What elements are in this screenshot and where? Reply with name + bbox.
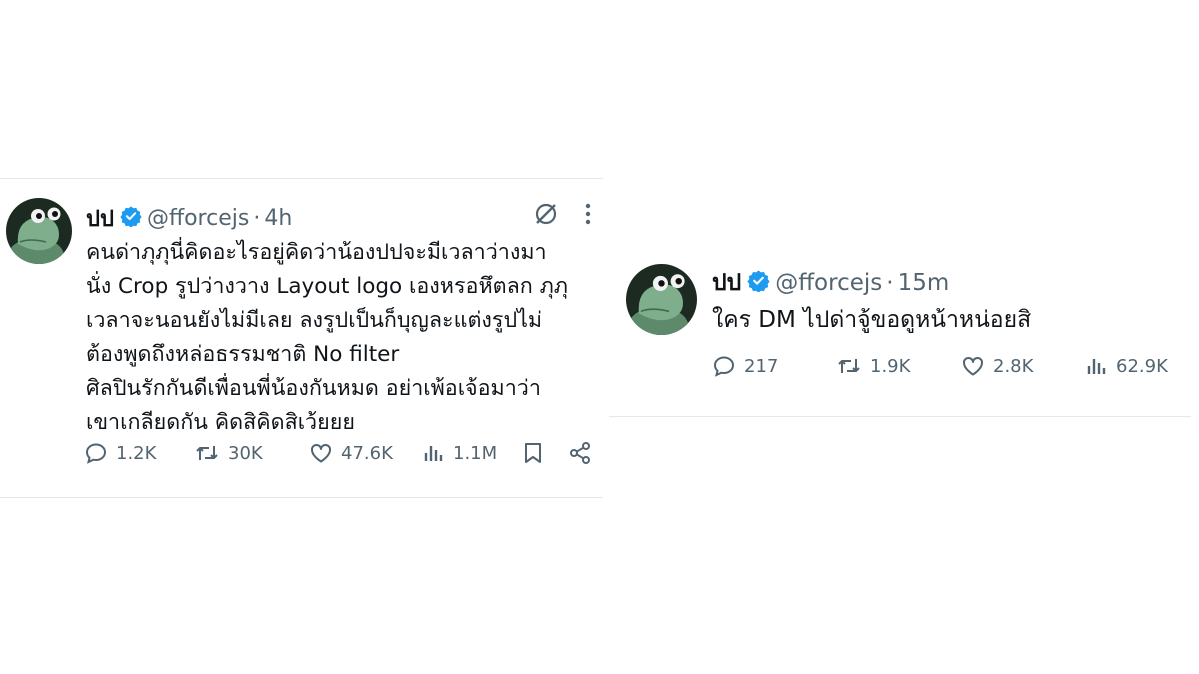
repost-count: 1.9K xyxy=(870,355,911,377)
tweet-text-line: ต้องพูดถึงหล่อธรรมชาติ No filter xyxy=(86,342,400,367)
tweet-text-line: ใคร DM ไปด่าจู้ขอดูหน้าหน่อยสิ xyxy=(712,307,1032,333)
repost-count: 30K xyxy=(228,442,263,464)
reply-count: 217 xyxy=(744,355,779,377)
views-count: 1.1M xyxy=(453,442,498,464)
views-icon xyxy=(1087,359,1106,374)
reply-icon xyxy=(85,443,107,464)
tweet-text-line: นั่ง Crop รูปว่างวาง Layout logo เองหรอห… xyxy=(86,274,568,299)
grok-icon[interactable] xyxy=(533,201,559,231)
like-count: 2.8K xyxy=(993,355,1034,377)
tweet-text-line: คนด่าภุภุนี่คิดอะไรอยู่คิดว่าน้องปปจะมีเ… xyxy=(86,240,547,265)
like-icon xyxy=(311,443,331,463)
views-icon xyxy=(424,446,443,461)
avatar[interactable] xyxy=(626,264,697,335)
bookmark-button[interactable] xyxy=(522,441,552,465)
tweet-text: คนด่าภุภุนี่คิดอะไรอยู่คิดว่าน้องปปจะมีเ… xyxy=(86,236,596,440)
repost-button[interactable]: 30K xyxy=(194,441,263,465)
timestamp[interactable]: 15m xyxy=(898,270,950,296)
display-name[interactable]: ปป xyxy=(712,265,741,301)
like-button[interactable]: 2.8K xyxy=(961,354,1033,378)
timestamp[interactable]: 4h xyxy=(264,206,292,231)
reply-button[interactable]: 1.2K xyxy=(84,441,156,465)
separator-dot: · xyxy=(253,206,261,231)
bookmark-icon xyxy=(525,443,541,463)
tweet-text: ใคร DM ไปด่าจู้ขอดูหน้าหน่อยสิ xyxy=(712,303,1182,337)
reply-count: 1.2K xyxy=(116,442,157,464)
like-icon xyxy=(963,356,983,376)
reply-icon xyxy=(713,356,735,377)
repost-button[interactable]: 1.9K xyxy=(836,354,910,378)
tweet-header: ปป @fforcejs · 4h xyxy=(86,201,292,236)
tweet-card[interactable]: ปป @fforcejs · 4h คนด่าภุภุนี่คิดอะไรอยู… xyxy=(0,178,603,498)
verified-badge-icon xyxy=(120,205,142,233)
verified-badge-icon xyxy=(747,269,770,298)
tweet-text-line: ศิลปินรักกันดีเพื่อนพี่น้องกันหมด อย่าเพ… xyxy=(86,376,541,401)
repost-icon xyxy=(196,446,218,460)
reply-button[interactable]: 217 xyxy=(712,354,778,378)
tweet-card[interactable]: ปป @fforcejs · 15m ใคร DM ไปด่าจู้ขอดูหน… xyxy=(609,247,1191,417)
tweet-text-line: เขาเกลียดกัน คิดสิคิดสิเว้ยยย xyxy=(86,410,355,435)
repost-icon xyxy=(838,359,860,373)
like-button[interactable]: 47.6K xyxy=(309,441,393,465)
more-dots-icon[interactable] xyxy=(585,203,591,229)
share-button[interactable] xyxy=(568,441,600,465)
views-count: 62.9K xyxy=(1116,355,1168,377)
tweet-header: ปป @fforcejs · 15m xyxy=(712,265,949,301)
user-handle[interactable]: @fforcejs xyxy=(775,270,882,296)
display-name[interactable]: ปป xyxy=(86,201,114,236)
tweet-top-icons xyxy=(533,201,591,231)
like-count: 47.6K xyxy=(341,442,393,464)
separator-dot: · xyxy=(886,270,894,296)
avatar[interactable] xyxy=(6,198,72,264)
user-handle[interactable]: @fforcejs xyxy=(147,206,249,231)
views-button[interactable]: 1.1M xyxy=(423,441,497,465)
views-button[interactable]: 62.9K xyxy=(1086,354,1168,378)
tweet-text-line: เวลาจะนอนยังไม่มีเลย ลงรูปเป็นก็บุญละแต่… xyxy=(86,308,543,333)
share-icon xyxy=(570,442,590,464)
